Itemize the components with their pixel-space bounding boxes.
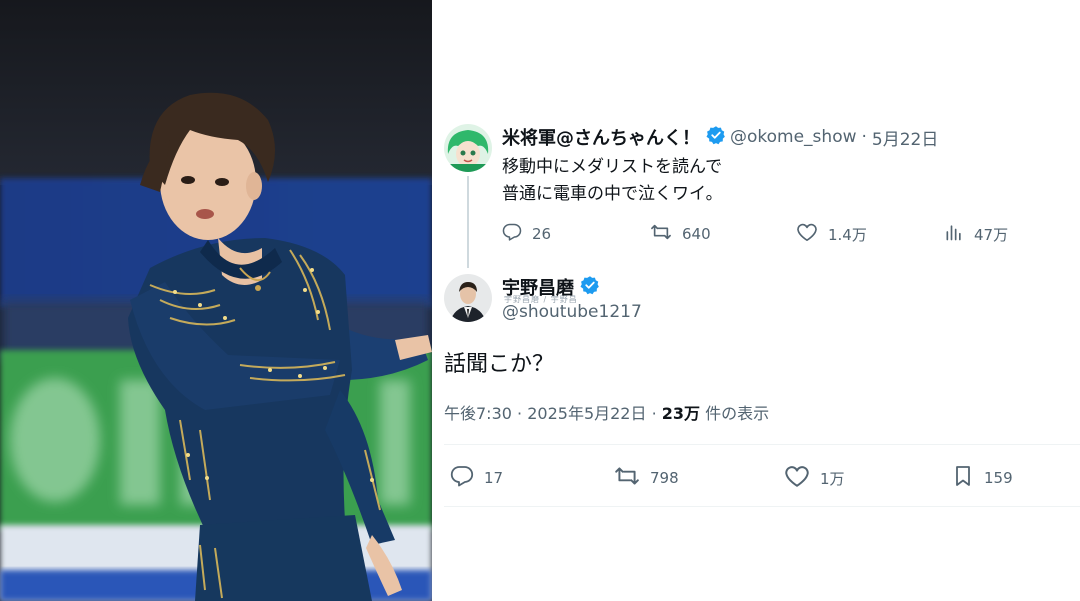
like-icon bbox=[796, 222, 828, 246]
quoted-tweet-header: 米将軍@さんちゃんく！ @okome_show · 5月22日 bbox=[502, 124, 938, 150]
retweet-icon bbox=[650, 222, 682, 246]
reply-icon bbox=[502, 222, 532, 246]
quoted-retweet-count: 640 bbox=[682, 225, 711, 243]
views-icon bbox=[944, 222, 974, 246]
quoted-avatar[interactable] bbox=[444, 124, 492, 172]
quoted-views-button[interactable]: 47万 bbox=[944, 222, 1008, 246]
like-count: 1万 bbox=[820, 469, 845, 488]
reply-count: 17 bbox=[484, 469, 504, 487]
meta-separator: · bbox=[517, 404, 523, 423]
quoted-like-button[interactable]: 1.4万 bbox=[796, 222, 867, 246]
quoted-display-name[interactable]: 米将軍@さんちゃんく！ bbox=[502, 124, 700, 150]
tweet-panel: 米将軍@さんちゃんく！ @okome_show · 5月22日 移動中にメダリス… bbox=[432, 0, 1080, 601]
meta-separator: · bbox=[861, 127, 867, 147]
quoted-like-count: 1.4万 bbox=[828, 225, 867, 244]
divider-bottom bbox=[444, 506, 1080, 507]
verified-badge-icon bbox=[706, 125, 726, 149]
bookmark-button[interactable]: 159 bbox=[952, 464, 1013, 492]
quoted-tweet-text: 移動中にメダリストを読んで 普通に電車の中で泣くワイ。 bbox=[502, 154, 723, 208]
meta-separator: · bbox=[651, 404, 657, 423]
author-avatar[interactable] bbox=[444, 274, 492, 322]
skater-photo bbox=[0, 0, 432, 601]
retweet-count: 798 bbox=[650, 469, 679, 487]
tweet-time[interactable]: 午後7:30 bbox=[444, 404, 512, 423]
tweet-timestamp-row: 午後7:30 · 2025年5月22日 · 23万 件の表示 bbox=[444, 400, 769, 424]
quoted-reply-button[interactable]: 26 bbox=[502, 222, 551, 246]
quoted-handle[interactable]: @okome_show bbox=[730, 127, 857, 147]
verified-badge-icon bbox=[580, 275, 600, 299]
author-handle[interactable]: @shoutube1217 bbox=[502, 302, 642, 322]
divider-top bbox=[444, 444, 1080, 445]
thread-connector-line bbox=[467, 176, 469, 268]
views-count[interactable]: 23万 bbox=[662, 404, 700, 423]
retweet-icon bbox=[614, 464, 650, 492]
like-icon bbox=[784, 464, 820, 492]
like-button[interactable]: 1万 bbox=[784, 464, 845, 492]
views-label: 件の表示 bbox=[705, 404, 770, 423]
reply-icon bbox=[450, 464, 484, 492]
tweet-date[interactable]: 2025年5月22日 bbox=[527, 404, 646, 423]
quoted-reply-count: 26 bbox=[532, 225, 552, 243]
bookmark-count: 159 bbox=[984, 469, 1013, 487]
quoted-views-count: 47万 bbox=[974, 225, 1009, 244]
quoted-date[interactable]: 5月22日 bbox=[872, 125, 938, 150]
reply-button[interactable]: 17 bbox=[450, 464, 503, 492]
quoted-retweet-button[interactable]: 640 bbox=[650, 222, 711, 246]
bookmark-icon bbox=[952, 464, 984, 492]
retweet-button[interactable]: 798 bbox=[614, 464, 679, 492]
quoted-text-line: 普通に電車の中で泣くワイ。 bbox=[502, 184, 723, 204]
quoted-text-line: 移動中にメダリストを読んで bbox=[502, 157, 723, 177]
tweet-text: 話聞こか？ bbox=[444, 352, 555, 377]
